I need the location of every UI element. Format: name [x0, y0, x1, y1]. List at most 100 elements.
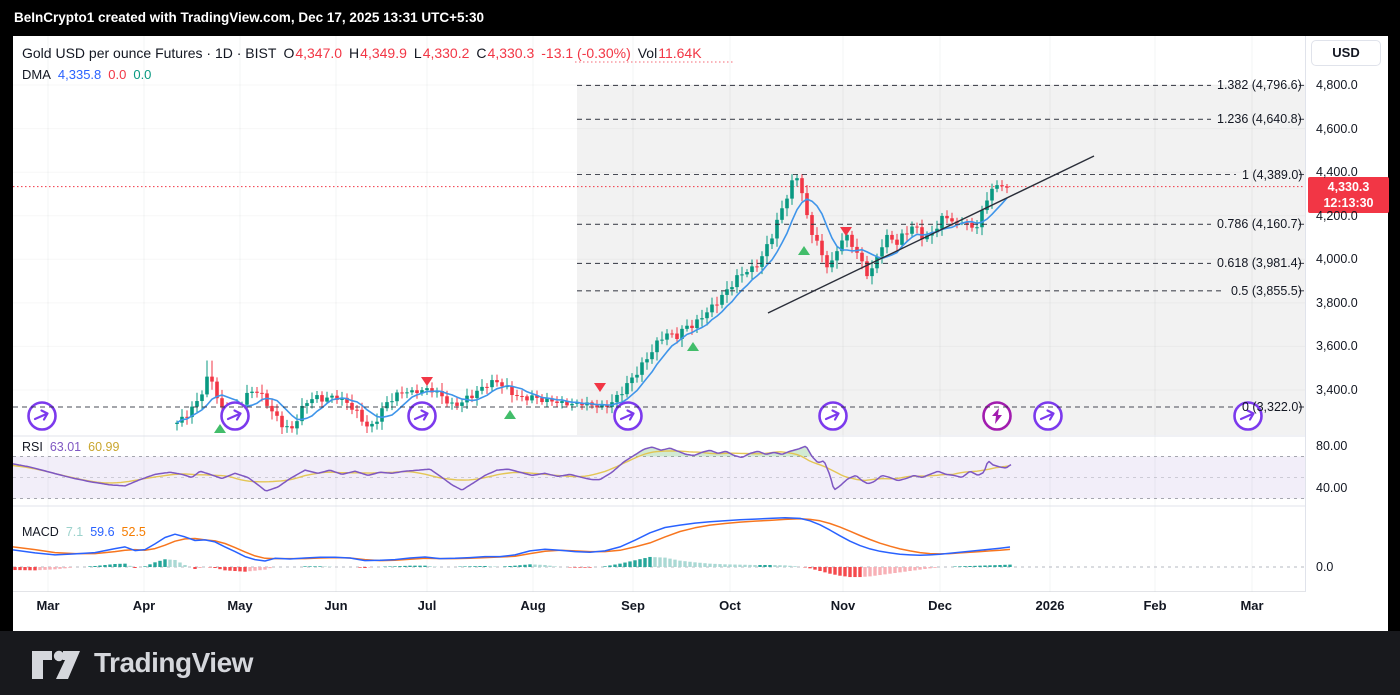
macd-histogram-bar — [833, 567, 837, 575]
macd-histogram-bar — [363, 567, 367, 569]
candle-body — [755, 266, 759, 268]
macd-histogram-bar — [243, 567, 247, 572]
candle-body — [400, 392, 404, 394]
fib-level-label[interactable]: 1 (4,389.0) — [1242, 168, 1302, 182]
candle-body — [490, 380, 494, 388]
macd-histogram-bar — [228, 567, 232, 571]
buy-marker[interactable] — [504, 410, 516, 419]
macd-histogram-bar — [43, 567, 47, 570]
macd-histogram-bar — [838, 567, 842, 576]
macd-histogram-bar — [478, 566, 482, 567]
macd-histogram-bar — [128, 565, 132, 567]
time-axis-label[interactable]: Dec — [928, 598, 952, 613]
time-axis-label[interactable]: 2026 — [1036, 598, 1065, 613]
candle-body — [625, 383, 629, 395]
fib-level-label[interactable]: 0 (3,322.0) — [1242, 400, 1302, 414]
candle-body — [860, 252, 864, 262]
symbol-title[interactable]: Gold USD per ounce Futures · 1D · BIST — [22, 45, 276, 61]
currency-toggle-button[interactable]: USD — [1311, 40, 1381, 66]
macd-histogram-bar — [123, 563, 127, 567]
macd-histogram-bar — [788, 565, 792, 567]
time-axis-label[interactable]: Feb — [1143, 598, 1166, 613]
candle-body — [805, 193, 809, 216]
time-axis-label[interactable]: Apr — [133, 598, 155, 613]
fib-level-label[interactable]: 0.618 (3,981.4) — [1217, 256, 1302, 270]
macd-histogram-bar — [603, 566, 607, 567]
macd-indicator-row[interactable]: MACD 7.1 59.6 52.5 — [22, 525, 146, 539]
time-axis-label[interactable]: Jul — [418, 598, 437, 613]
macd-histogram-bar — [493, 566, 497, 567]
candle-body — [945, 215, 949, 219]
time-axis-label[interactable]: Aug — [520, 598, 545, 613]
macd-histogram-bar — [588, 567, 592, 568]
candle-body — [705, 312, 709, 319]
candle-body — [1005, 186, 1009, 188]
candle-body — [735, 275, 739, 288]
chart-canvas[interactable] — [13, 36, 1306, 592]
candle-body — [375, 421, 379, 424]
candle-body — [785, 198, 789, 209]
macd-histogram-bar — [548, 565, 552, 567]
macd-histogram-bar — [923, 567, 927, 570]
macd-histogram-bar — [528, 564, 532, 567]
time-axis-label[interactable]: Oct — [719, 598, 741, 613]
candle-body — [315, 395, 319, 400]
rsi-indicator-row[interactable]: RSI 63.01 60.99 — [22, 440, 119, 454]
sell-marker[interactable] — [421, 377, 433, 386]
candle-body — [905, 233, 909, 235]
candle-body — [445, 396, 449, 404]
candle-body — [555, 401, 559, 403]
candle-body — [790, 180, 794, 199]
fib-level-label[interactable]: 0.786 (4,160.7) — [1217, 217, 1302, 231]
macd-histogram-bar — [238, 567, 242, 572]
dma-indicator-row[interactable]: DMA 4,335.8 0.0 0.0 — [22, 67, 151, 82]
dma-value-3: 0.0 — [133, 67, 152, 82]
candle-body — [455, 402, 459, 406]
symbol-header: Gold USD per ounce Futures · 1D · BIST O… — [22, 45, 702, 61]
macd-histogram-bar — [668, 558, 672, 567]
close-label: C — [476, 45, 487, 61]
fib-level-label[interactable]: 1.382 (4,796.6) — [1217, 78, 1302, 92]
macd-histogram-bar — [903, 567, 907, 572]
macd-histogram-bar — [473, 566, 477, 567]
macd-histogram-bar — [143, 566, 147, 567]
macd-histogram-bar — [658, 557, 662, 567]
candle-body — [305, 403, 309, 406]
macd-axis-label: 0.0 — [1316, 560, 1334, 574]
candle-body — [660, 339, 664, 341]
arrow-event-icon[interactable] — [220, 401, 250, 431]
time-axis-label[interactable]: Sep — [621, 598, 645, 613]
macd-histogram-bar — [258, 567, 262, 571]
macd-histogram-bar — [253, 567, 257, 571]
candle-body — [570, 403, 574, 406]
macd-histogram-bar — [313, 566, 317, 567]
macd-histogram-bar — [513, 565, 517, 567]
macd-histogram-bar — [398, 566, 402, 567]
fib-level-label[interactable]: 0.5 (3,855.5) — [1231, 284, 1302, 298]
macd-histogram-bar — [703, 563, 707, 567]
macd-histogram-bar — [783, 565, 787, 567]
candle-body — [820, 240, 824, 256]
candle-body — [425, 388, 429, 391]
time-axis-label[interactable]: Mar — [36, 598, 59, 613]
candle-body — [725, 289, 729, 295]
candle-body — [940, 215, 944, 229]
fib-level-label[interactable]: 1.236 (4,640.8) — [1217, 112, 1302, 126]
macd-histogram-bar — [488, 566, 492, 567]
candle-body — [775, 219, 779, 239]
candle-body — [500, 382, 504, 387]
tradingview-chart-window: BeInCrypto1 created with TradingView.com… — [0, 0, 1400, 695]
macd-histogram-bar — [28, 567, 32, 571]
time-axis-label[interactable]: Mar — [1240, 598, 1263, 613]
macd-histogram-bar — [168, 559, 172, 567]
candle-body — [615, 394, 619, 403]
macd-histogram-bar — [263, 567, 267, 570]
time-axis-label[interactable]: Jun — [324, 598, 347, 613]
macd-histogram-bar — [913, 567, 917, 571]
macd-histogram-bar — [68, 567, 72, 568]
macd-histogram-bar — [878, 567, 882, 576]
candle-body — [800, 178, 804, 194]
macd-histogram-bar — [688, 561, 692, 567]
time-axis-label[interactable]: Nov — [831, 598, 856, 613]
time-axis-label[interactable]: May — [227, 598, 252, 613]
